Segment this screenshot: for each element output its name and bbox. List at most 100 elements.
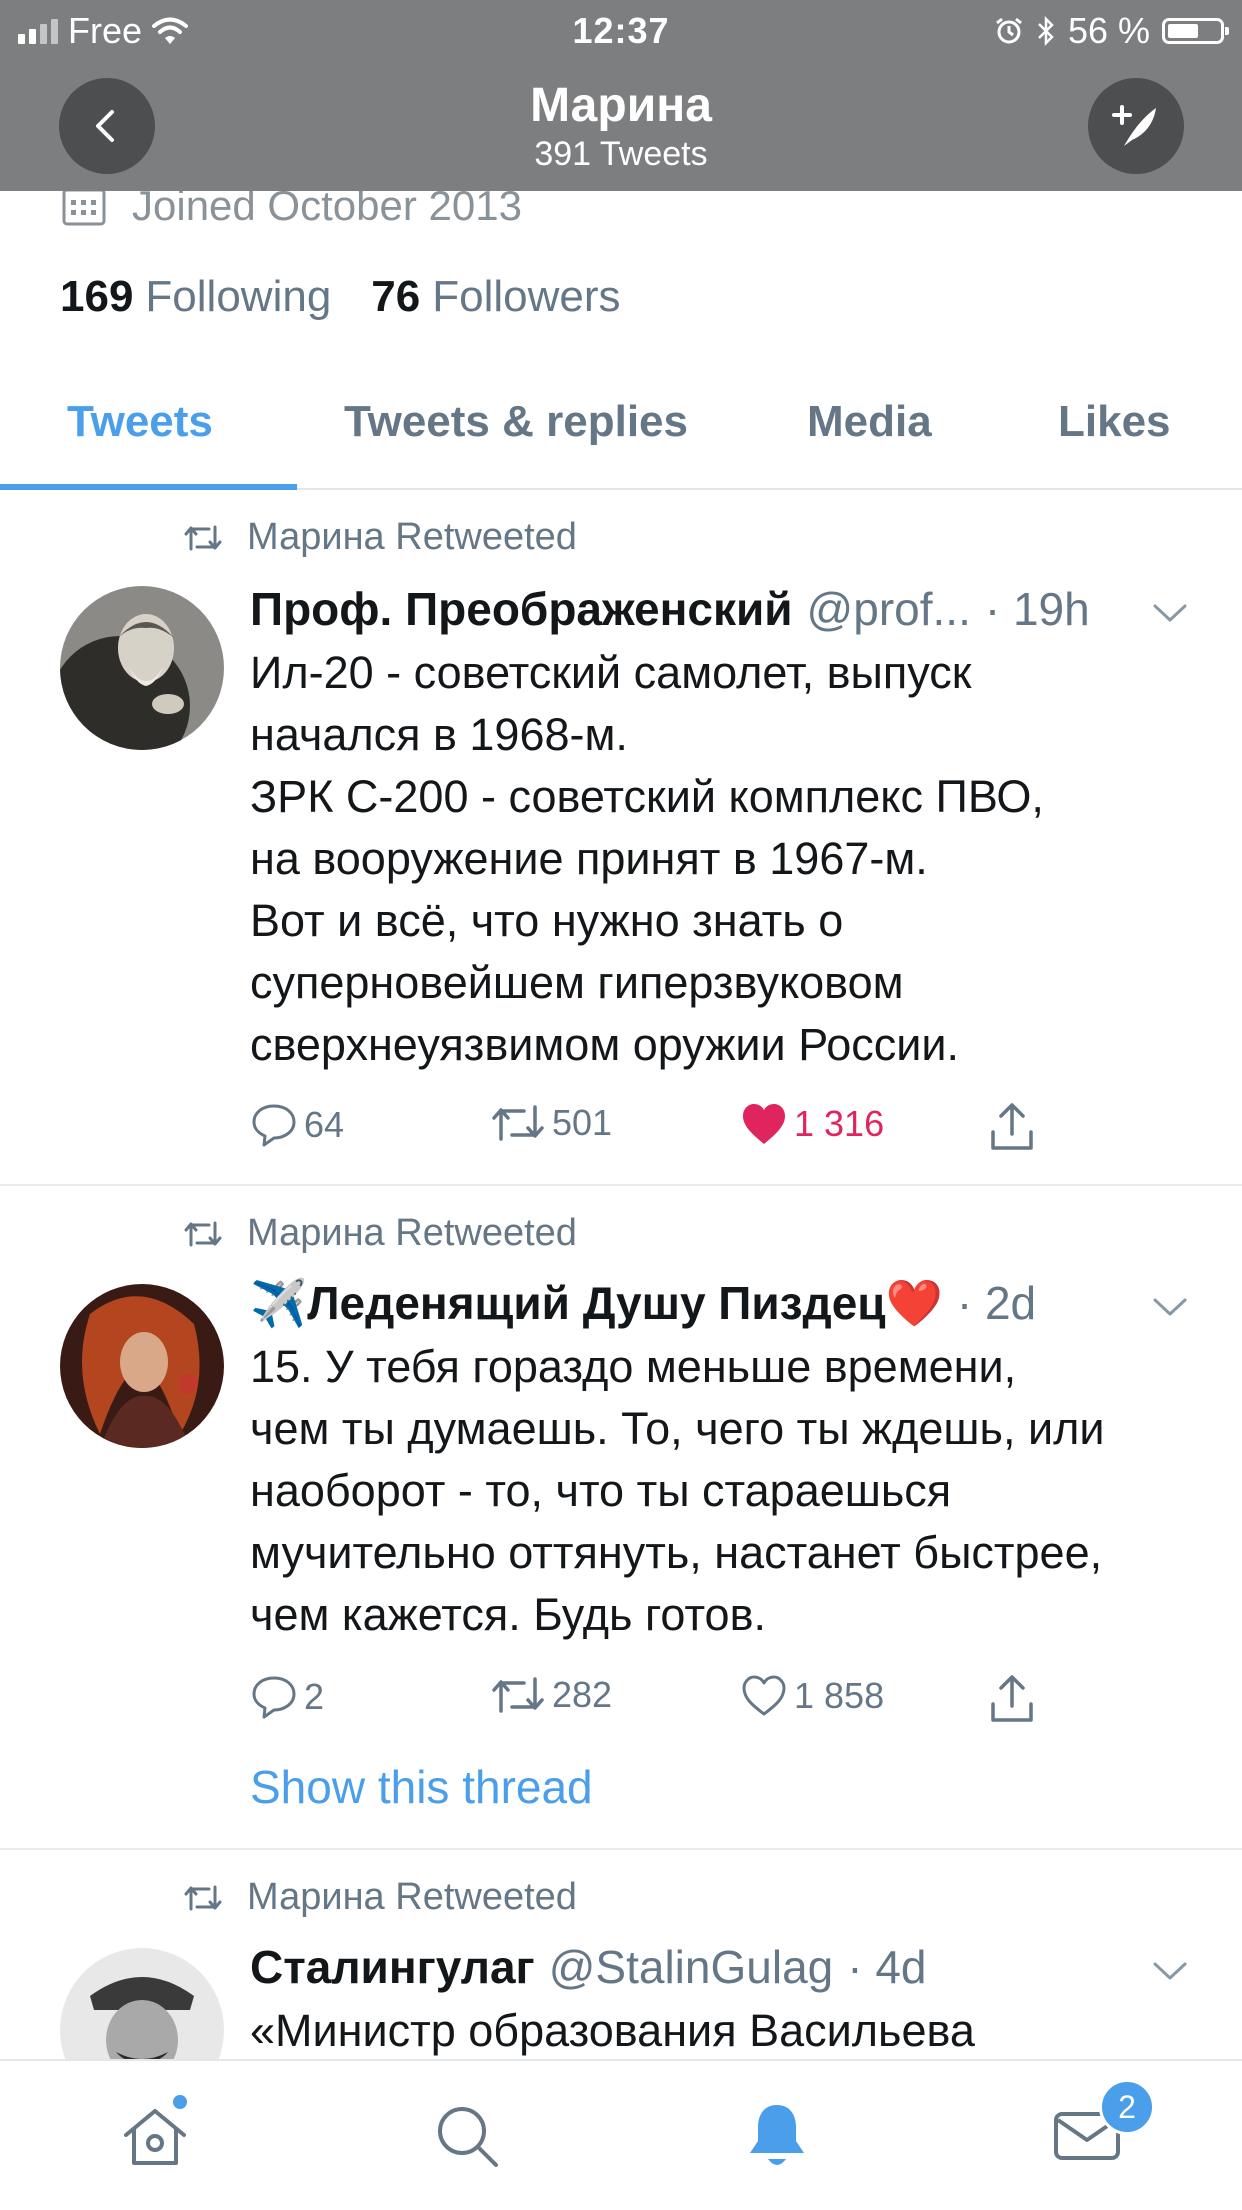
tweet-text: Ил-20 - советский самолет, выпуск началс…	[250, 642, 1190, 1076]
tweet-text-line: ЗРК С-200 - советский комплекс ПВО,	[250, 771, 1044, 822]
compose-tweet-button[interactable]	[1088, 78, 1184, 174]
tweet-text-line: Ил-20 - советский самолет, выпуск	[250, 647, 972, 698]
tweet-header: Проф. Преображенский @prof... · 19h	[250, 582, 1090, 636]
reply-count: 2	[304, 1676, 325, 1717]
followers-link[interactable]: 76 Followers	[371, 272, 620, 322]
like-count: 1 316	[794, 1103, 885, 1144]
tweet-count: 391 Tweets	[534, 135, 708, 173]
like-button[interactable]: 1 316	[740, 1102, 884, 1146]
retweet-icon	[184, 1885, 222, 1910]
heart-outline-icon	[742, 1675, 786, 1716]
tweet[interactable]: Марина Retweeted Проф. Преображенский @p…	[0, 490, 1242, 1186]
show-thread-link[interactable]: Show this thread	[250, 1760, 593, 1814]
nav-messages[interactable]: 2	[1027, 2061, 1155, 2210]
tweet-time: · 2d	[956, 1277, 1037, 1329]
status-right: 56 %	[994, 10, 1229, 52]
tab-media[interactable]: Media	[807, 380, 932, 488]
bottom-tab-bar: 2	[0, 2059, 1242, 2210]
tweet-actions: 2 282 1 858	[250, 1674, 1050, 1730]
retweet-label: Марина Retweeted	[247, 516, 577, 558]
tweet-text: «Министр образования Васильева	[250, 2000, 1190, 2062]
tweet-time: · 19h	[984, 583, 1090, 635]
tweet-text-line: начался в 1968-м.	[250, 709, 628, 760]
reply-button[interactable]: 64	[250, 1102, 344, 1148]
profile-name: Марина	[530, 79, 712, 132]
retweet-indicator: Марина Retweeted	[183, 1212, 577, 1255]
reply-button[interactable]: 2	[250, 1674, 324, 1720]
tweet-text-line: наоборот - то, что ты стараешься	[250, 1465, 952, 1516]
header-title: Марина 391 Tweets	[0, 78, 1242, 174]
nav-notifications[interactable]	[717, 2061, 837, 2210]
tab-tweets-replies[interactable]: Tweets & replies	[344, 380, 688, 488]
retweet-icon	[492, 1677, 544, 1713]
following-count: 169	[60, 272, 134, 321]
feather-plus-icon	[1112, 105, 1156, 146]
battery-label: 56 %	[1067, 10, 1150, 51]
tweet-text-line: мучительно оттянуть, настанет быстрее,	[250, 1527, 1103, 1578]
tweet-text-line: Вот и всё, что нужно знать о	[250, 895, 844, 946]
retweet-button[interactable]: 282	[490, 1674, 612, 1716]
like-count: 1 858	[794, 1675, 885, 1716]
chevron-down-icon[interactable]	[1152, 602, 1188, 624]
tweet-text-line: сверхнеуязвимом оружии России.	[250, 1019, 960, 1070]
like-button[interactable]: 1 858	[740, 1674, 884, 1718]
bluetooth-icon	[1038, 15, 1054, 47]
nav-search[interactable]	[407, 2061, 527, 2210]
follow-stats: 169 Following 76 Followers	[60, 272, 621, 322]
retweet-icon	[492, 1105, 544, 1141]
tweet-text: 15. У тебя гораздо меньше времени, чем т…	[250, 1336, 1190, 1646]
nav-home[interactable]	[95, 2061, 215, 2210]
display-name[interactable]: ✈️Леденящий Душу Пиздец❤️	[250, 1276, 943, 1331]
chevron-down-icon[interactable]	[1152, 1296, 1188, 1318]
tweet-text-line: суперновейшем гиперзвуковом	[250, 957, 904, 1008]
status-bar: Free 12:37 56 %	[0, 0, 1242, 62]
calendar-icon	[62, 188, 106, 226]
tab-likes[interactable]: Likes	[1058, 380, 1171, 488]
display-name[interactable]: Сталингулаг	[250, 1940, 535, 1994]
retweet-indicator: Марина Retweeted	[183, 516, 577, 559]
chevron-down-icon[interactable]	[1152, 1960, 1188, 1982]
tweet-text-line: на вооружение принят в 1967-м.	[250, 833, 928, 884]
tweet-text-line: чем ты думаешь. То, чего ты ждешь, или	[250, 1403, 1105, 1454]
tweet-text-line: чем кажется. Будь готов.	[250, 1589, 766, 1640]
retweet-button[interactable]: 501	[490, 1102, 612, 1144]
share-button[interactable]	[988, 1102, 1036, 1152]
followers-count: 76	[371, 272, 421, 321]
top-bar: Free 12:37 56 % Марина 391 Tweets	[0, 0, 1242, 191]
tweet-text-line: «Министр образования Васильева	[250, 2005, 975, 2056]
user-handle[interactable]: @StalinGulag	[549, 1940, 834, 1994]
following-link[interactable]: 169 Following	[60, 272, 331, 322]
user-handle[interactable]: @prof...	[807, 582, 971, 636]
avatar[interactable]	[60, 1284, 224, 1448]
share-icon	[991, 1103, 1033, 1150]
messages-badge: 2	[1099, 2079, 1155, 2135]
retweet-label: Марина Retweeted	[247, 1212, 577, 1254]
bell-icon	[750, 2104, 804, 2165]
tweet-header: ✈️Леденящий Душу Пиздец❤️ · 2d	[250, 1276, 1036, 1331]
share-button[interactable]	[988, 1674, 1036, 1724]
tweet-text-line: 15. У тебя гораздо меньше времени,	[250, 1341, 1017, 1392]
retweet-icon	[184, 525, 222, 550]
alarm-icon	[996, 17, 1022, 44]
display-name[interactable]: Проф. Преображенский	[250, 582, 793, 636]
reply-icon	[252, 1676, 296, 1719]
tab-tweets[interactable]: Tweets	[67, 380, 213, 488]
reply-count: 64	[304, 1104, 345, 1145]
home-icon	[124, 2108, 186, 2165]
followers-label: Followers	[432, 272, 621, 321]
heart-icon	[743, 1104, 785, 1144]
retweet-count: 501	[552, 1102, 613, 1143]
retweet-count: 282	[552, 1674, 613, 1715]
retweet-indicator: Марина Retweeted	[183, 1876, 577, 1919]
tweet-time: · 4d	[847, 1941, 927, 1993]
profile-tabs: Tweets Tweets & replies Media Likes	[0, 380, 1242, 490]
tweet-header: Сталингулаг @StalinGulag · 4d	[250, 1940, 927, 1994]
tweet-actions: 64 501 1 316	[250, 1102, 1050, 1158]
avatar[interactable]	[60, 586, 224, 750]
tweet[interactable]: Марина Retweeted ✈️Леденящий Душу Пиздец…	[0, 1184, 1242, 1850]
following-label: Following	[145, 272, 332, 321]
search-icon	[438, 2106, 498, 2167]
retweet-label: Марина Retweeted	[247, 1876, 577, 1918]
retweet-icon	[184, 1221, 222, 1246]
reply-icon	[252, 1104, 296, 1147]
